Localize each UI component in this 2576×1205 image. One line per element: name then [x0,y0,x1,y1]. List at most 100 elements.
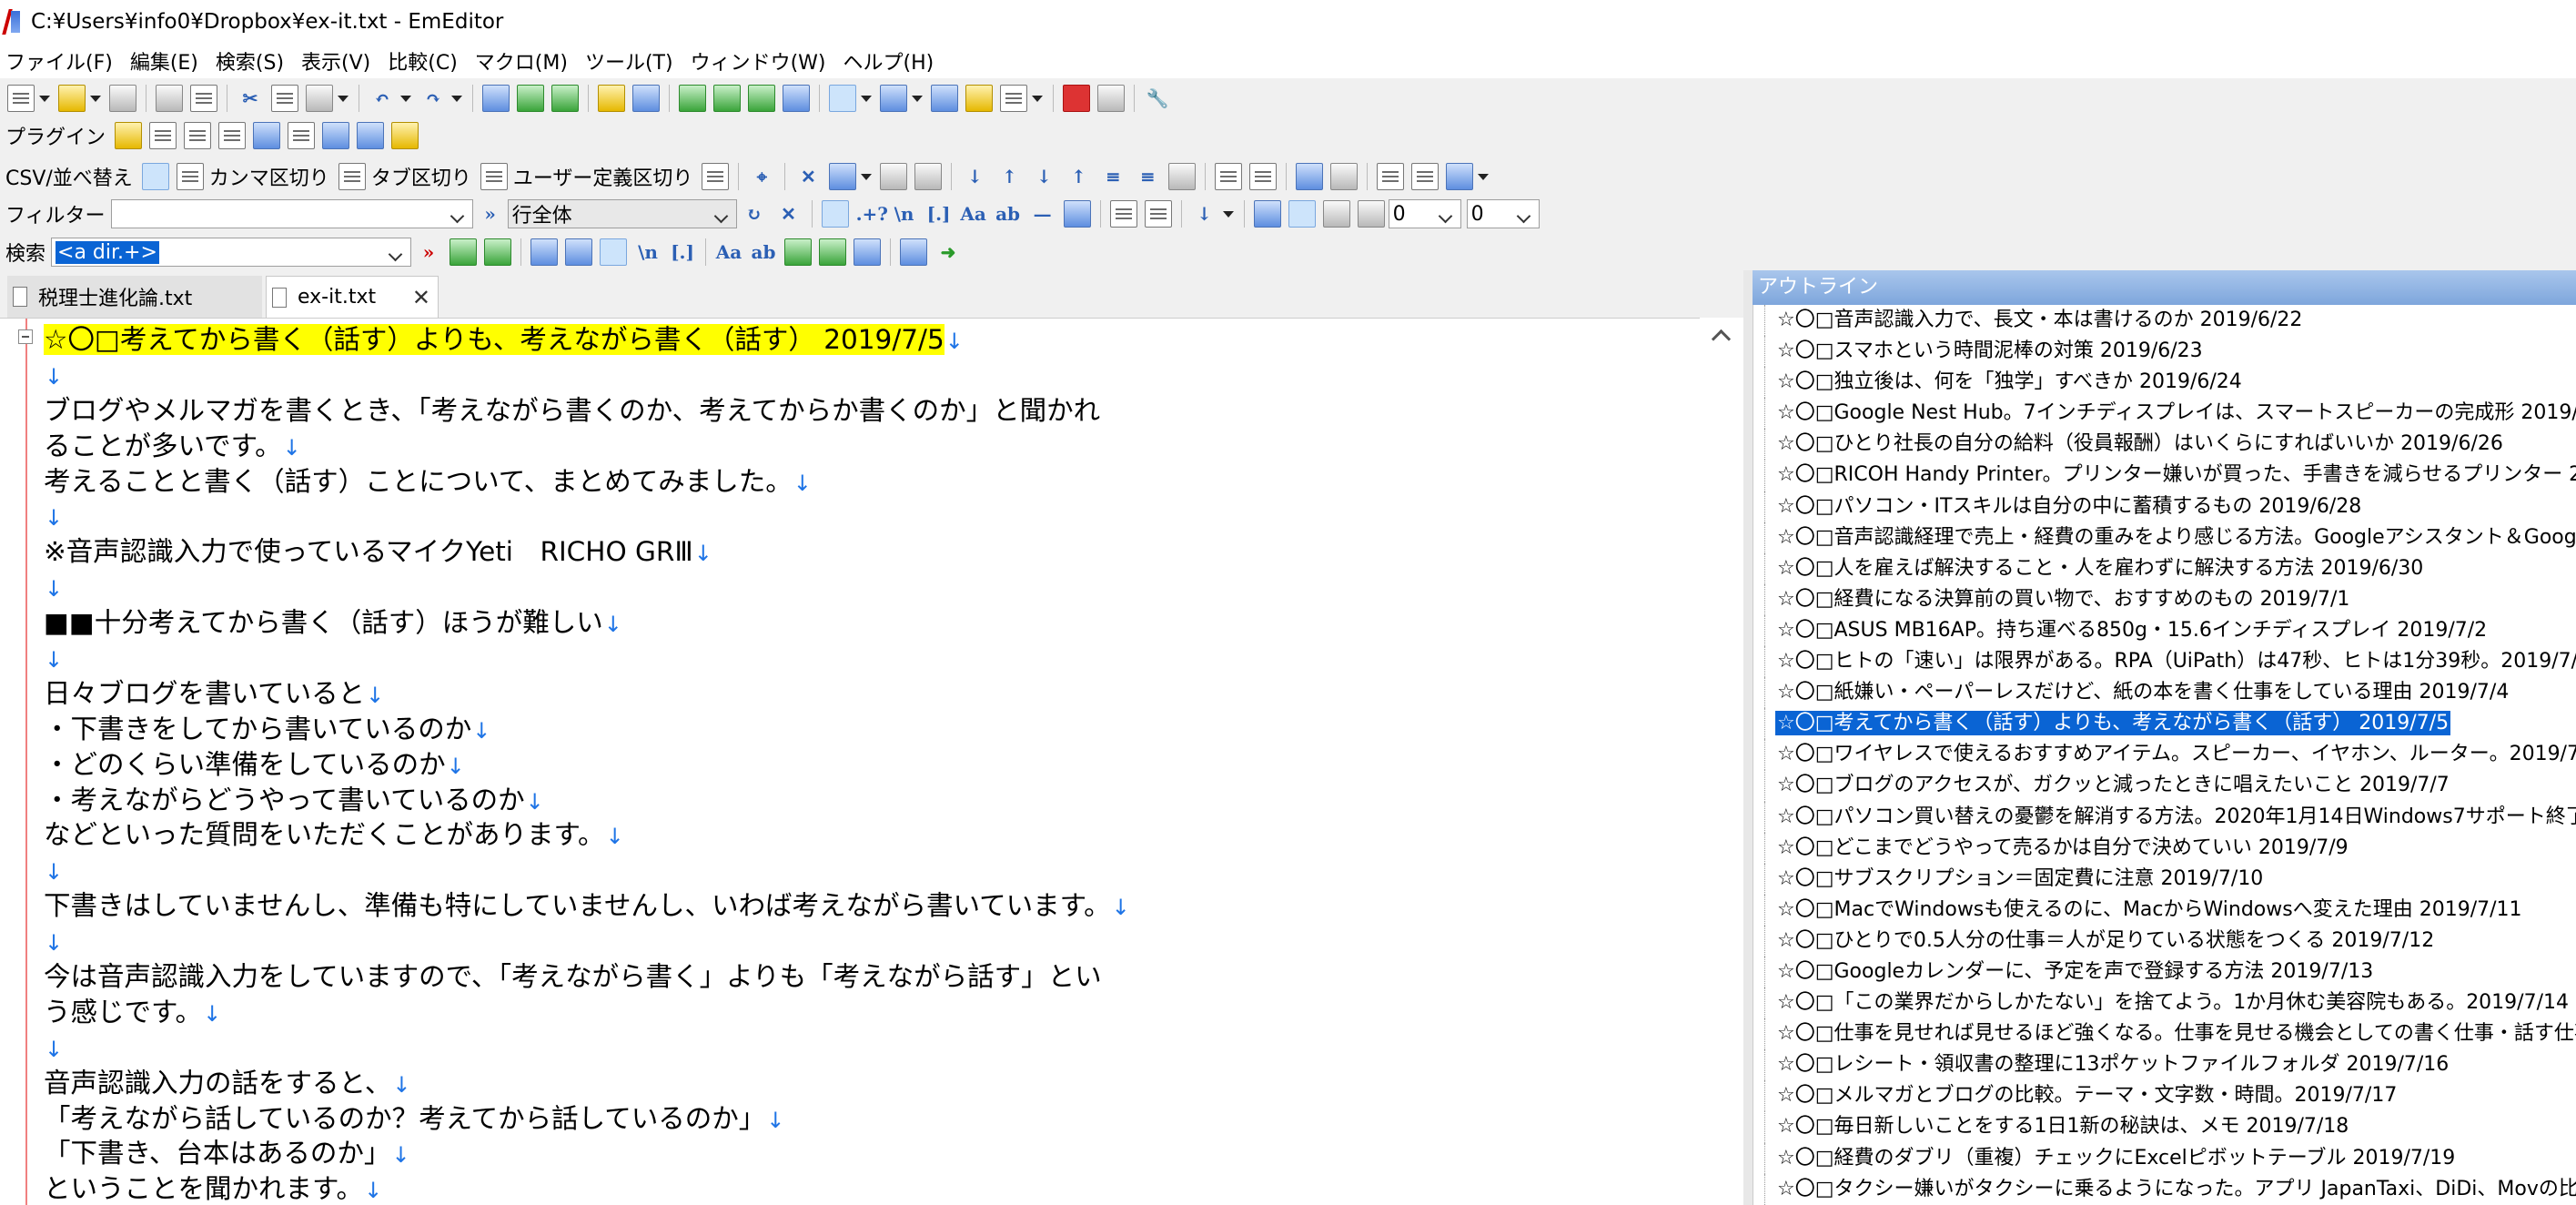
filter-input[interactable] [110,199,473,228]
outline-item[interactable]: ☆〇□毎日新しいことをする1日1新の秘訣は、メモ 2019/7/18 [1753,1111,2576,1143]
outline-item[interactable]: ☆〇□Google Nest Hub。7インチディスプレイは、スマートスピーカー… [1753,398,2576,430]
regex-icon[interactable]: .+? [856,200,888,228]
run-macro-icon[interactable] [1097,85,1125,112]
bracket-icon[interactable]: [.] [925,200,953,228]
search-puzzle-icon[interactable] [819,238,847,266]
numbering-icon[interactable] [1411,163,1440,190]
search-clear-icon[interactable] [565,238,593,266]
search-whole-word-icon[interactable]: ab [750,238,777,266]
menu-macro[interactable]: マクロ(M) [475,46,568,76]
filter-icon[interactable] [632,85,660,112]
paste-dropdown[interactable] [337,85,349,112]
fold-collapse-icon[interactable] [18,329,33,344]
find-icon[interactable] [482,85,510,112]
plugin-explorer-icon[interactable] [115,122,143,149]
filter-clear-icon[interactable] [1063,200,1091,228]
csv-tab-button[interactable]: タブ区切り [371,162,471,191]
split-icon[interactable] [1330,163,1359,190]
extract-icon[interactable] [1109,200,1137,228]
find-previous-icon[interactable] [551,85,579,112]
menu-file[interactable]: ファイル(F) [5,46,113,76]
outline-item[interactable]: ☆〇□パソコン・ITスキルは自分の中に蓄積するもの 2019/6/28 [1753,491,2576,522]
search-list-icon[interactable] [854,238,882,266]
delete-column-icon[interactable] [914,163,943,190]
search-highlight-icon[interactable] [530,238,559,266]
bookmark-filter-icon[interactable] [1144,200,1172,228]
outline-item[interactable]: ☆〇□音声認識入力で、長文・本は書けるのか 2019/6/22 [1753,305,2576,337]
sort-z-a-icon[interactable]: ↑ [995,163,1023,190]
sort-length-asc-icon[interactable]: ≡ [1099,163,1126,190]
outline-item[interactable]: ☆〇□経費のダブリ（重複）チェックにExcelピボットテーブル 2019/7/1… [1753,1142,2576,1174]
outline-item[interactable]: ☆〇□仕事を見せれば見せるほど強くなる。仕事を見せる機会としての書く仕事・話す仕… [1753,1018,2576,1050]
print-icon[interactable] [156,85,183,112]
word-wrap-dropdown[interactable] [860,85,872,112]
replace-icon[interactable] [783,85,810,112]
outline-item[interactable]: ☆〇□ワイヤレスで使えるおすすめアイテム。スピーカー、イヤホン、ルーター。201… [1753,739,2576,771]
filter-go-icon[interactable]: » [477,200,504,228]
outline-item[interactable]: ☆〇□ヒトの「速い」は限界がある。RPA（UiPath）は47秒、ヒトは1分39… [1753,646,2576,678]
save-icon[interactable] [109,85,136,112]
search-prev-icon[interactable] [450,238,478,266]
cut-icon[interactable]: ✂ [237,85,264,112]
chevron-down-icon[interactable] [449,202,469,226]
csv-normal-mode-icon[interactable] [141,163,169,190]
editor-scrollbar[interactable] [1700,318,1743,1205]
tab-ex-it[interactable]: ex-it.txt ✕ [266,276,439,318]
find-next-icon[interactable] [517,85,544,112]
menu-edit[interactable]: 編集(E) [130,46,198,76]
tools-icon[interactable]: 🔧 [1144,85,1171,112]
menu-window[interactable]: ウィンドウ(W) [691,46,826,76]
lock-icon[interactable] [1288,200,1316,228]
properties-icon[interactable] [931,85,958,112]
arrow-dropdown[interactable] [1222,200,1234,228]
refresh-icon[interactable]: ↻ [741,200,768,228]
column-ruler-icon[interactable] [1377,163,1405,190]
outline-item[interactable]: ☆〇□サブスクリプション＝固定費に注意 2019/7/10 [1753,863,2576,895]
column-select-dropdown[interactable] [860,163,873,190]
search-go-icon[interactable]: » [415,238,442,266]
search-arrow-right-icon[interactable]: ➜ [934,238,962,266]
abc-sort-icon[interactable] [1215,163,1243,190]
more-csv-dropdown[interactable] [1477,163,1490,190]
match-case-icon[interactable]: Aa [960,200,987,228]
encoding-dropdown[interactable] [911,85,923,112]
plugin-snippets-icon[interactable] [218,122,247,149]
multi-filter-icon[interactable] [1357,200,1385,228]
outline-item[interactable]: ☆〇□メルマガとブログの比較。テーマ・文字数・時間。2019/7/17 [1753,1080,2576,1112]
outline-item[interactable]: ☆〇□タクシー嫌いがタクシーに乗るようになった。アプリ JapanTaxi、Di… [1753,1173,2576,1205]
plugin-outline-icon[interactable] [184,122,212,149]
chevron-down-icon[interactable] [712,202,732,226]
advanced-filter-icon[interactable] [1253,200,1281,228]
find-in-files-icon[interactable] [598,85,625,112]
outline-item[interactable]: ☆〇□レシート・領収書の整理に13ポケットファイルフォルダ 2019/7/16 [1753,1049,2576,1081]
undo-icon[interactable]: ↶ [369,85,396,112]
search-bar-icon[interactable] [900,238,928,266]
filter-scope-select[interactable]: 行全体 [507,199,737,228]
outline-item[interactable]: ☆〇□人を雇えば解決すること・人を雇わずに解決する方法 2019/6/30 [1753,552,2576,584]
menu-compare[interactable]: 比較(C) [388,46,458,76]
more-csv-icon[interactable] [1446,163,1474,190]
sort-a-z-icon[interactable]: ↓ [961,163,988,190]
previous-bookmark-icon[interactable] [748,85,775,112]
bookmark-icon[interactable] [679,85,706,112]
word-wrap-icon[interactable] [829,85,856,112]
context-before-select[interactable]: 0 [1388,199,1461,228]
csv-more-icon[interactable] [702,163,730,190]
outline-item[interactable]: ☆〇□どこまでどうやって売るかは自分で決めていい 2019/7/9 [1753,832,2576,864]
new-file-icon[interactable] [7,85,35,112]
menu-tools[interactable]: ツール(T) [585,46,673,76]
check-icon[interactable] [1000,85,1027,112]
encoding-icon[interactable] [880,85,907,112]
plugin-word-count-icon[interactable] [288,122,316,149]
plugin-projects-icon[interactable] [322,122,350,149]
search-next-icon[interactable] [484,238,512,266]
outline-item[interactable]: ☆〇□考えてから書く（話す）よりも、考えながら書く（話す） 2019/7/5 [1753,708,2576,740]
sort-length-desc-icon[interactable]: ≡ [1134,163,1161,190]
customize-icon[interactable] [965,85,993,112]
outline-item[interactable]: ☆〇□紙嫌い・ペーパーレスだけど、紙の本を書く仕事をしている理由 2019/7/… [1753,677,2576,709]
redo-icon[interactable]: ↷ [419,85,447,112]
new-file-dropdown[interactable] [38,85,50,112]
print-preview-icon[interactable] [190,85,217,112]
outline-item[interactable]: ☆〇□Googleカレンダーに、予定を声で登録する方法 2019/7/13 [1753,956,2576,988]
chevron-down-icon[interactable] [1437,202,1457,226]
